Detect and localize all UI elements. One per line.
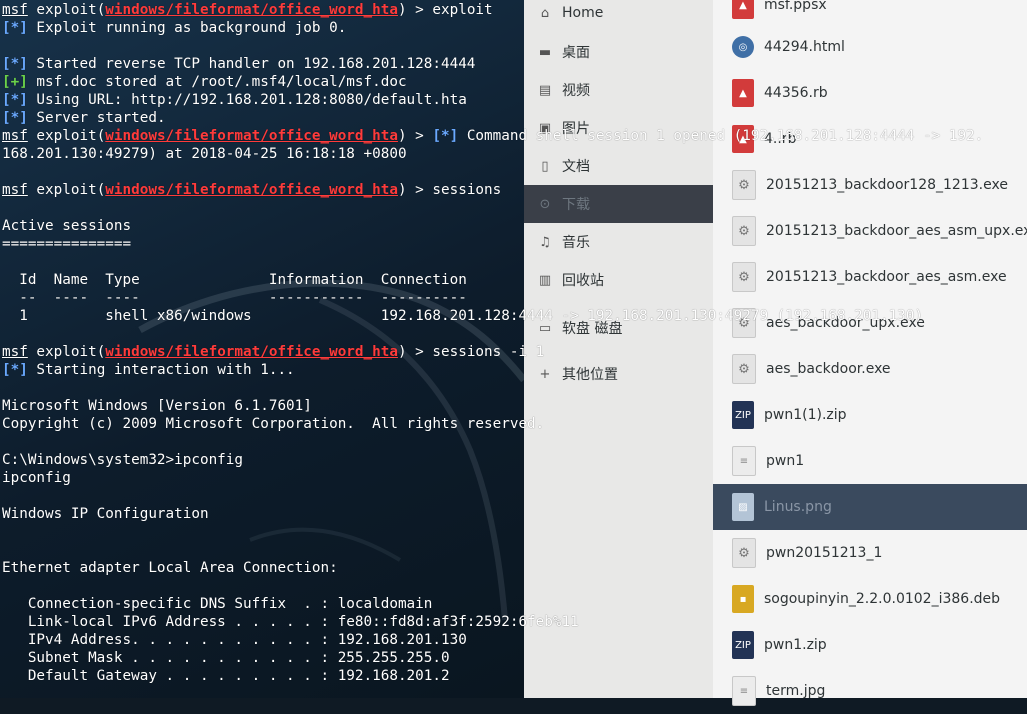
- gear-file-icon: ⚙: [732, 354, 756, 384]
- file-name: 20151213_backdoor_aes_asm.exe: [766, 269, 1007, 285]
- sidebar-item-label: Home: [562, 5, 604, 21]
- text-file-icon: ≡: [732, 676, 756, 706]
- sidebar-item-1[interactable]: ▬ 桌面: [524, 33, 713, 71]
- file-name: 44294.html: [764, 39, 845, 55]
- file-name: 20151213_backdoor128_1213.exe: [766, 177, 1008, 193]
- file-row[interactable]: ⚙ pwn20151213_1: [713, 530, 1027, 576]
- sidebar-item-6[interactable]: ♫ 音乐: [524, 223, 713, 261]
- sidebar-item-0[interactable]: ⌂ Home: [524, 0, 713, 32]
- file-name: term.jpg: [766, 683, 826, 699]
- sidebar-item-label: 文档: [562, 159, 590, 175]
- trash-icon: ▥: [538, 272, 552, 288]
- red-file-icon: ▲: [732, 125, 754, 153]
- sidebar-item-label: 软盘 磁盘: [562, 321, 623, 337]
- sidebar-item-2[interactable]: ▤ 视频: [524, 71, 713, 109]
- file-row[interactable]: ⚙ aes_backdoor.exe: [713, 346, 1027, 392]
- sidebar-item-4[interactable]: ▯ 文档: [524, 147, 713, 185]
- sidebar-item-label: 音乐: [562, 235, 590, 251]
- home-icon: ⌂: [540, 5, 550, 21]
- file-name: 4..rb: [764, 131, 797, 147]
- file-row[interactable]: ⚙ aes_backdoor_upx.exe: [713, 300, 1027, 346]
- file-name: aes_backdoor.exe: [766, 361, 891, 377]
- sidebar-item-3[interactable]: ▣ 图片: [524, 109, 713, 147]
- zip-file-icon: ZIP: [732, 631, 754, 659]
- disk-icon: ▭: [538, 320, 552, 336]
- img-file-icon: ▨: [732, 493, 754, 521]
- file-row[interactable]: ZIP pwn1.zip: [713, 622, 1027, 668]
- file-row[interactable]: ▨ Linus.png: [713, 484, 1027, 530]
- gear-file-icon: ⚙: [732, 216, 756, 246]
- document-icon: ▯: [541, 158, 549, 174]
- file-row[interactable]: ⚙ 20151213_backdoor_aes_asm_upx.exe: [713, 208, 1027, 254]
- gear-file-icon: ⚙: [732, 308, 756, 338]
- image-icon: ▣: [538, 120, 552, 136]
- file-row[interactable]: ≡ pwn1: [713, 438, 1027, 484]
- sidebar-item-label: 下载: [562, 197, 590, 213]
- gear-file-icon: ⚙: [732, 170, 756, 200]
- file-row[interactable]: ◎ 44294.html: [713, 24, 1027, 70]
- file-name: msf.ppsx: [764, 0, 827, 13]
- sidebar-item-9[interactable]: + 其他位置: [524, 355, 713, 393]
- file-row[interactable]: ⚙ 20151213_backdoor_aes_asm.exe: [713, 254, 1027, 300]
- sidebar-item-label: 视频: [562, 83, 590, 99]
- text-file-icon: ≡: [732, 446, 756, 476]
- music-icon: ♫: [539, 234, 551, 250]
- file-name: pwn1(1).zip: [764, 407, 847, 423]
- file-name: pwn1.zip: [764, 637, 827, 653]
- gear-file-icon: ⚙: [732, 262, 756, 292]
- file-name: aes_backdoor_upx.exe: [766, 315, 925, 331]
- red-file-icon: ▲: [732, 0, 754, 19]
- deb-file-icon: ▪: [732, 585, 754, 613]
- sidebar-item-label: 图片: [562, 121, 590, 137]
- file-name: Linus.png: [764, 499, 832, 515]
- sidebar-item-label: 桌面: [562, 45, 590, 61]
- file-row[interactable]: ZIP pwn1(1).zip: [713, 392, 1027, 438]
- file-name: 44356.rb: [764, 85, 828, 101]
- sidebar-item-label: 回收站: [562, 273, 604, 289]
- file-name: 20151213_backdoor_aes_asm_upx.exe: [766, 223, 1027, 239]
- sidebar-item-label: 其他位置: [562, 367, 618, 383]
- sidebar-item-8[interactable]: ▭ 软盘 磁盘: [524, 309, 713, 347]
- red-file-icon: ▲: [732, 79, 754, 107]
- file-name: pwn20151213_1: [766, 545, 883, 561]
- file-name: sogoupinyin_2.2.0.0102_i386.deb: [764, 591, 1001, 607]
- sidebar-item-5[interactable]: ⊙ 下载: [524, 185, 713, 223]
- video-icon: ▤: [538, 82, 552, 98]
- file-row[interactable]: ▪ sogoupinyin_2.2.0.0102_i386.deb: [713, 576, 1027, 622]
- file-row[interactable]: ▲ 44356.rb: [713, 70, 1027, 116]
- download-icon: ⊙: [539, 196, 551, 212]
- html-file-icon: ◎: [732, 36, 754, 58]
- file-name: pwn1: [766, 453, 805, 469]
- sidebar-item-7[interactable]: ▥ 回收站: [524, 261, 713, 299]
- file-row[interactable]: ⚙ 20151213_backdoor128_1213.exe: [713, 162, 1027, 208]
- plus-icon: +: [539, 366, 551, 382]
- zip-file-icon: ZIP: [732, 401, 754, 429]
- gear-file-icon: ⚙: [732, 538, 756, 568]
- file-row[interactable]: ▲ 4..rb: [713, 116, 1027, 162]
- folder-icon: ▬: [538, 44, 552, 60]
- file-row[interactable]: ≡ term.jpg: [713, 668, 1027, 714]
